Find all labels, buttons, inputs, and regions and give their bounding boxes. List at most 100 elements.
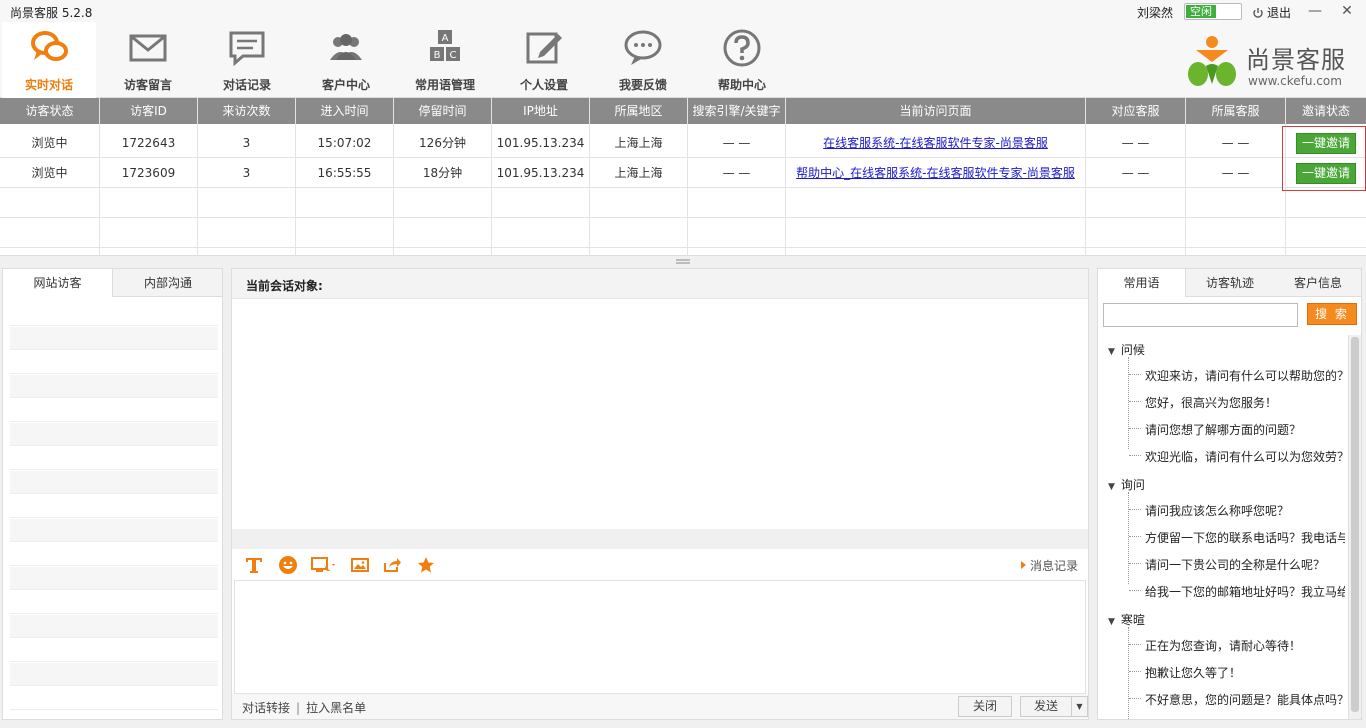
tool-visitor-message[interactable]: 访客留言 [101,22,195,98]
phrase-tree: 问候 欢迎来访，请问有什么可以帮助您的？ 您好，很高兴为您服务！ 请问您想了解哪… [1098,335,1348,719]
tool-chat-log[interactable]: 对话记录 [200,22,294,98]
list-item[interactable] [10,327,218,350]
phrase-item[interactable]: 您好，很高兴为您服务！ [1145,394,1345,411]
tool-label: 个人设置 [519,78,568,92]
message-history-link[interactable]: 消息记录 [1021,557,1078,574]
tree-group[interactable]: 问候 [1108,341,1145,358]
emoji-icon[interactable] [278,555,298,575]
column-header[interactable]: 所属地区 [590,98,687,124]
list-item[interactable] [10,663,218,686]
tab-internal-chat[interactable]: 内部沟通 [113,269,223,297]
list-item[interactable] [10,375,218,398]
column-header[interactable]: 来访次数 [198,98,295,124]
tree-group[interactable]: 询问 [1108,476,1145,493]
phrase-item[interactable]: 不好意思，您的问题是？能具体点吗？ [1145,691,1345,708]
phrase-item[interactable]: 请问您想了解哪方面的问题？ [1145,421,1345,438]
phrase-item[interactable]: 欢迎光临，请问有什么可以为您效劳？ [1145,448,1345,465]
users-icon [330,34,362,60]
column-header[interactable]: 当前访问页面 [786,98,1085,124]
phrase-item[interactable]: 给我一下您的邮箱地址好吗？我立马给 [1145,583,1345,600]
list-item[interactable] [10,567,218,590]
column-header[interactable]: 对应客服 [1086,98,1185,124]
tree-connector [1128,627,1129,719]
tab-visitor-track[interactable]: 访客轨迹 [1186,269,1274,297]
star-icon[interactable] [416,555,436,575]
list-item[interactable] [10,687,218,710]
column-header[interactable]: 所属客服 [1186,98,1285,124]
phrase-item[interactable]: 请问我应该怎么称呼您呢？ [1145,502,1345,519]
phrase-item[interactable]: 欢迎来访，请问有什么可以帮助您的？ [1145,367,1345,384]
column-header[interactable]: 邀请状态 [1286,98,1366,124]
column-header[interactable]: 停留时间 [394,98,491,124]
empty-cell [0,188,99,218]
tool-realtime-chat[interactable]: 实时对话 [2,22,96,98]
col-agent: 对应客服 — — — — [1086,98,1186,256]
list-item[interactable] [10,423,218,446]
column-header[interactable]: 访客状态 [0,98,99,124]
phrase-scrollbar[interactable] [1348,335,1361,719]
close-window-button[interactable]: ✕ [1338,2,1356,20]
col-visits: 来访次数 3 3 [198,98,296,256]
tab-customer-info[interactable]: 客户信息 [1274,269,1362,297]
empty-cell [786,218,1085,248]
minimize-button[interactable]: — [1306,2,1324,20]
logout-button[interactable]: 退出 [1252,4,1291,21]
list-item[interactable] [10,447,218,470]
tree-connector [1129,401,1141,402]
chevron-down-icon[interactable]: ▼ [1071,697,1087,716]
tool-phrase-manage[interactable]: A B C 常用语管理 [398,22,492,98]
close-chat-button[interactable]: 关闭 [958,696,1012,717]
list-item[interactable] [10,639,218,662]
cell-search-engine: — — [688,158,785,188]
tree-group[interactable]: 寒暄 [1108,611,1145,628]
empty-cell [296,218,393,248]
phrase-item[interactable]: 请问一下贵公司的全称是什么呢？ [1145,556,1345,573]
empty-cell [198,188,295,218]
share-icon[interactable] [382,555,402,575]
message-input[interactable] [234,580,1086,694]
phrase-search-input[interactable] [1103,303,1298,327]
column-header[interactable]: IP地址 [492,98,589,124]
font-icon[interactable] [244,555,264,575]
list-item[interactable] [10,519,218,542]
column-header[interactable]: 搜索引擎/关键字 [688,98,785,124]
list-item[interactable] [10,495,218,518]
empty-cell [0,218,99,248]
conversation-title: 当前会话对象: [246,279,323,293]
tool-personal-settings[interactable]: 个人设置 [497,22,591,98]
empty-cell [590,188,687,218]
current-page-link[interactable]: 在线客服系统-在线客服软件专家-尚景客服 [823,136,1048,150]
image-icon[interactable] [350,555,370,575]
column-header[interactable]: 进入时间 [296,98,393,124]
tab-phrases[interactable]: 常用语 [1098,269,1186,297]
transfer-link[interactable]: 对话转接 [242,701,290,715]
phrase-item[interactable]: 方便留一下您的联系电话吗？我电话与 [1145,529,1345,546]
tool-help-center[interactable]: 帮助中心 [695,22,789,98]
list-item[interactable] [10,399,218,422]
screenshot-icon[interactable] [310,555,338,575]
cell-status: 浏览中 [0,158,99,188]
list-item[interactable] [10,351,218,374]
column-header[interactable]: 访客ID [100,98,197,124]
phrase-search-button[interactable]: 搜 索 [1307,303,1357,325]
phrase-item[interactable]: 抱歉让您久等了！ [1145,664,1345,681]
phrase-item[interactable]: 正在为您查询，请耐心等待！ [1145,637,1345,654]
list-item[interactable] [10,303,218,326]
tab-site-visitors[interactable]: 网站访客 [3,269,113,297]
logout-label: 退出 [1267,6,1292,20]
col-stay-time: 停留时间 126分钟 18分钟 [394,98,492,256]
send-button[interactable]: 发送 ▼ [1020,696,1088,717]
splitter-grip-icon[interactable] [676,259,690,265]
format-toolbar: 消息记录 [232,549,1088,579]
tool-customer-center[interactable]: 客户中心 [299,22,393,98]
list-item[interactable] [10,543,218,566]
list-item[interactable] [10,591,218,614]
tool-feedback[interactable]: 我要反馈 [596,22,690,98]
list-item[interactable] [10,471,218,494]
blacklist-link[interactable]: 拉入黑名单 [306,701,366,715]
scrollbar-thumb[interactable] [1351,337,1359,712]
status-toggle[interactable]: 空闲 [1184,3,1242,20]
list-item[interactable] [10,615,218,638]
current-page-link[interactable]: 帮助中心_在线客服系统-在线客服软件专家-尚景客服 [796,166,1075,180]
visitor-table: 访客状态 浏览中 浏览中 访客ID 1722643 1723609 来访次数 3… [0,98,1366,256]
